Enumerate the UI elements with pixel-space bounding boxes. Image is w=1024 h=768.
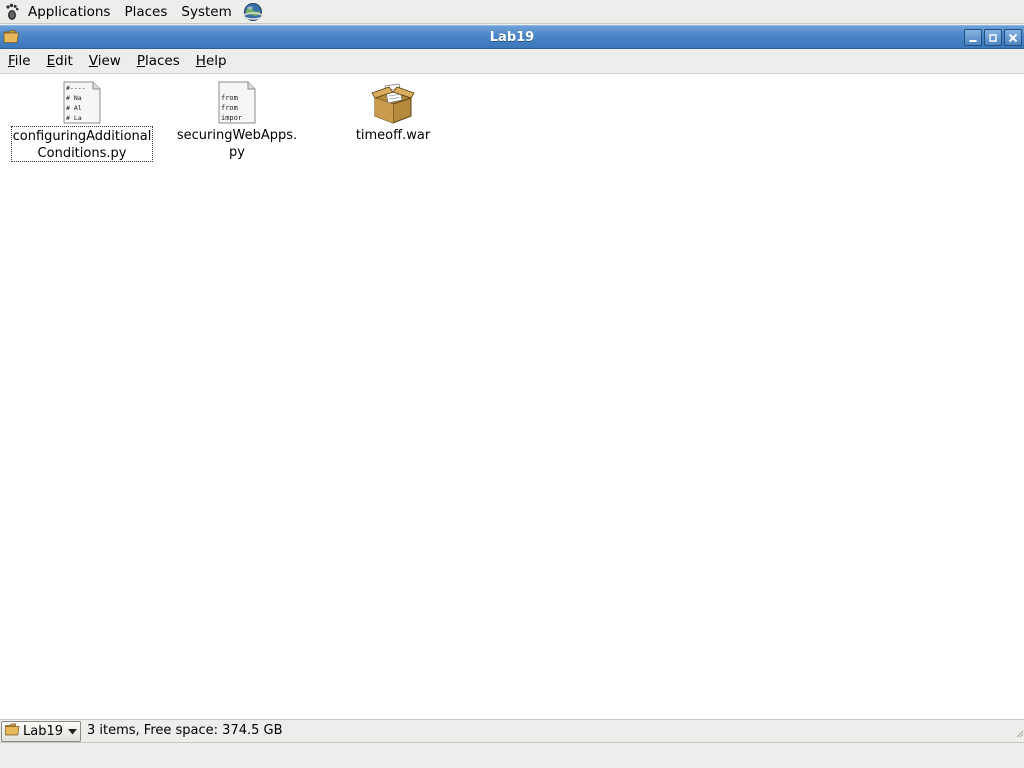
menu-file-label: ile xyxy=(14,52,31,69)
menu-places-label: laces xyxy=(144,52,180,69)
minimize-button[interactable] xyxy=(964,29,982,46)
python-script-icon: #---- # Na # Al # La xyxy=(63,81,101,128)
file-preview-line: #---- xyxy=(66,84,86,92)
menu-edit-label: dit xyxy=(55,52,73,69)
places-menu[interactable]: Places xyxy=(117,0,174,24)
folder-icon xyxy=(5,723,20,740)
close-icon xyxy=(1008,33,1018,42)
menu-help-label: elp xyxy=(205,52,227,69)
menu-view-mnemonic: V xyxy=(88,52,98,69)
window-title: Lab19 xyxy=(489,30,535,45)
file-name-line: timeoff.war xyxy=(355,128,431,143)
file-name: timeoff.war xyxy=(318,127,468,144)
top-panel: Applications Places System xyxy=(0,0,1024,24)
menu-edit[interactable]: Edit xyxy=(39,49,81,74)
python-script-icon: from from impor xyxy=(218,81,256,128)
file-item[interactable]: from from impor securingWebApps. py xyxy=(162,80,312,164)
window-titlebar[interactable]: Lab19 xyxy=(0,25,1024,49)
file-preview-line: # Al xyxy=(66,104,82,112)
location-dropdown-button[interactable]: Lab19 xyxy=(1,721,81,742)
menu-help[interactable]: Help xyxy=(188,49,235,74)
file-preview-line: # Na xyxy=(66,94,82,102)
menu-view-label: iew xyxy=(97,52,121,69)
file-item[interactable]: #---- # Na # Al # La configuringAddition… xyxy=(7,80,157,164)
file-name-line: Conditions.py xyxy=(37,146,127,161)
menu-file[interactable]: File xyxy=(0,49,39,74)
file-name-line: securingWebApps. xyxy=(176,128,298,143)
status-text: 3 items, Free space: 374.5 GB xyxy=(87,723,283,738)
file-preview-line: # La xyxy=(66,114,82,122)
applications-menu[interactable]: Applications xyxy=(24,0,117,24)
menu-view[interactable]: View xyxy=(81,49,129,74)
location-label: Lab19 xyxy=(23,724,64,739)
menu-help-mnemonic: H xyxy=(195,52,206,69)
minimize-icon xyxy=(969,39,977,42)
file-item[interactable]: timeoff.war xyxy=(318,80,468,164)
menu-edit-mnemonic: E xyxy=(46,52,56,69)
maximize-icon xyxy=(989,33,997,42)
system-menu[interactable]: System xyxy=(174,0,238,24)
file-name: securingWebApps. py xyxy=(162,127,312,161)
file-name: configuringAdditional Conditions.py xyxy=(11,126,153,162)
menu-file-mnemonic: F xyxy=(8,52,15,69)
status-bar: Lab19 3 items, Free space: 374.5 GB xyxy=(0,719,1024,742)
file-name-line: configuringAdditional xyxy=(12,129,152,144)
file-preview-line: impor xyxy=(221,114,242,122)
file-preview-line: from xyxy=(221,104,238,112)
network-globe-icon[interactable] xyxy=(241,0,265,24)
file-name-line: py xyxy=(229,145,245,160)
menu-places-mnemonic: P xyxy=(136,52,145,69)
menu-places[interactable]: Places xyxy=(129,49,188,74)
chevron-down-icon xyxy=(68,724,78,739)
file-preview-line: from xyxy=(221,94,238,102)
resize-grip-icon[interactable] xyxy=(1014,727,1024,742)
gnome-foot-icon[interactable] xyxy=(0,0,24,24)
bottom-panel xyxy=(0,742,1024,768)
icon-view[interactable]: #---- # Na # Al # La configuringAddition… xyxy=(0,74,1024,719)
menu-bar: File Edit View Places Help xyxy=(0,49,1024,74)
archive-package-icon xyxy=(371,82,415,128)
maximize-button[interactable] xyxy=(984,29,1002,46)
close-button[interactable] xyxy=(1004,29,1022,46)
